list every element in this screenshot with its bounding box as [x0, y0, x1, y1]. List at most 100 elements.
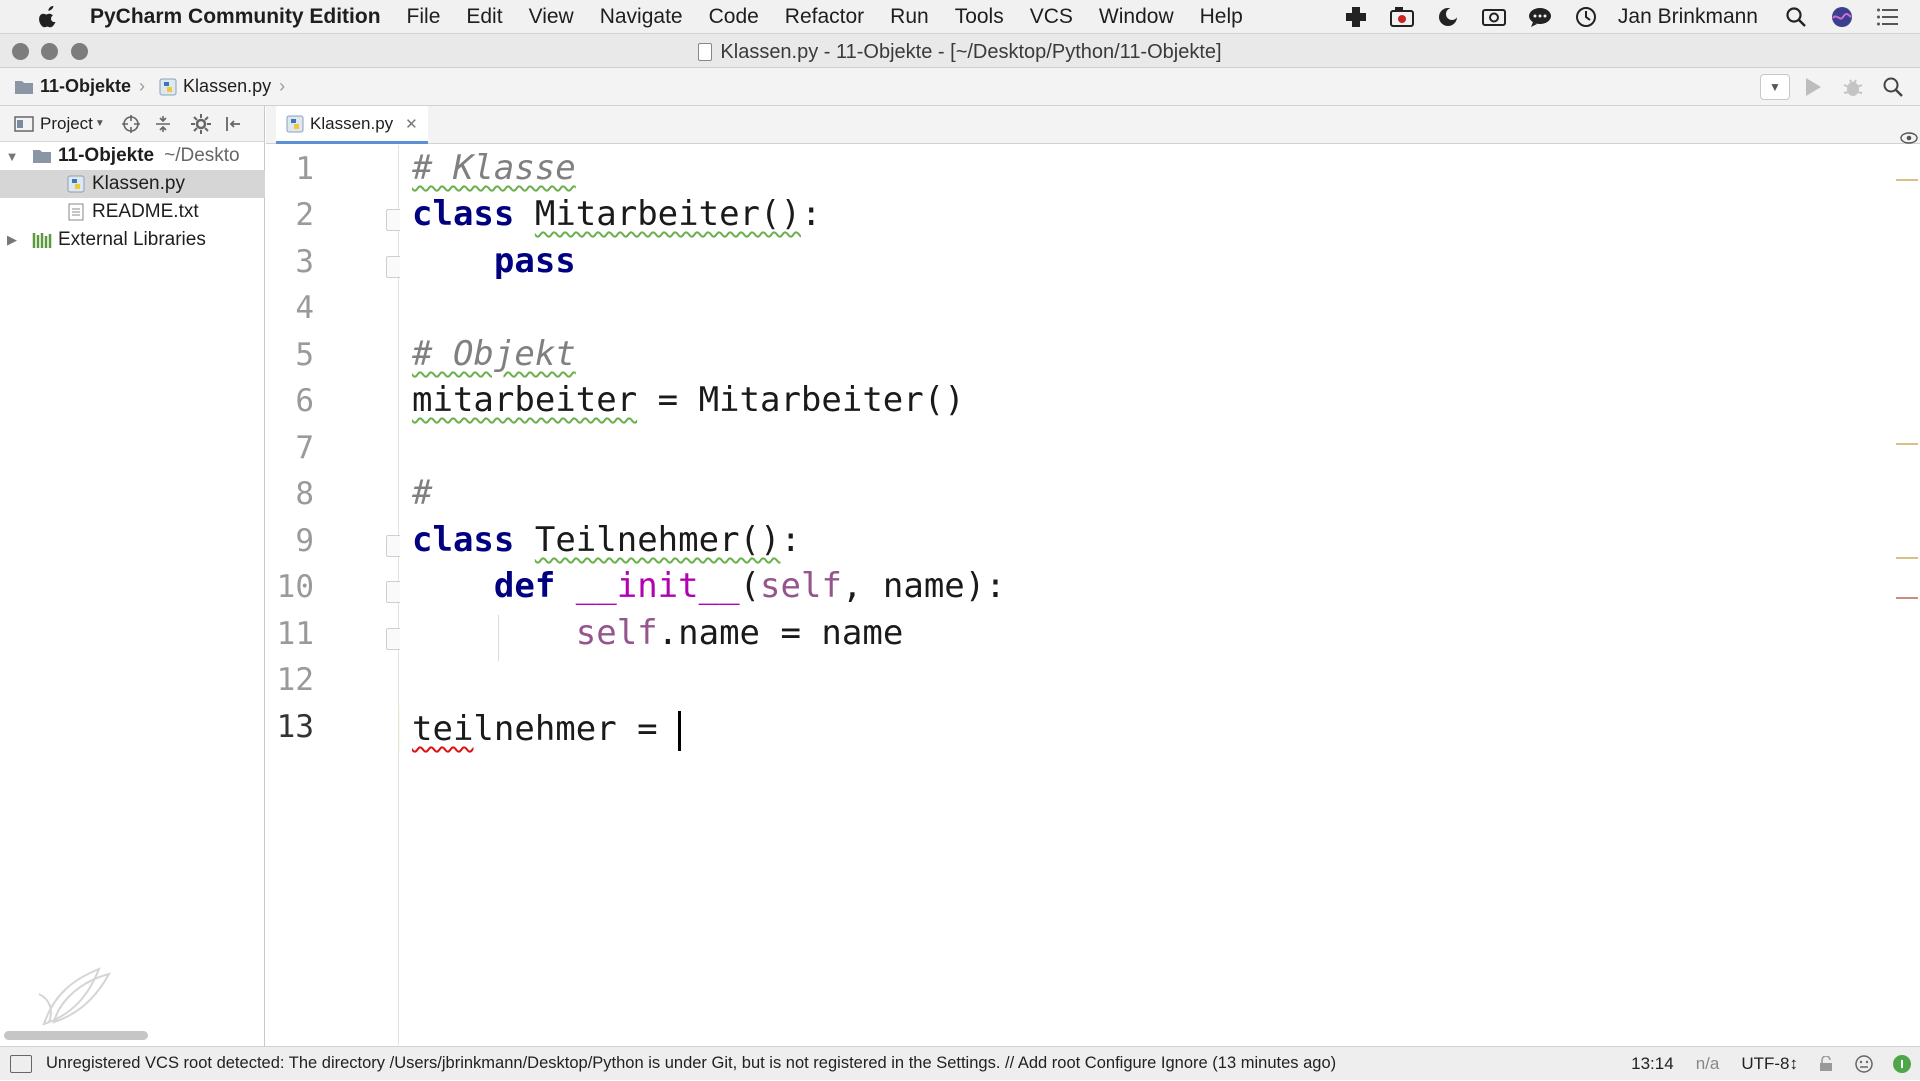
text-file-icon: [66, 202, 86, 222]
code-text: #: [412, 473, 433, 513]
python-file-icon: [66, 174, 86, 194]
menu-vcs[interactable]: VCS: [1030, 5, 1073, 29]
scroll-from-source-icon[interactable]: [117, 110, 145, 138]
expand-triangle-icon[interactable]: ▼: [4, 148, 20, 164]
run-button[interactable]: [1796, 72, 1830, 102]
project-view-icon[interactable]: [10, 110, 38, 138]
error-stripe-mark[interactable]: [1896, 179, 1918, 181]
menu-help[interactable]: Help: [1200, 5, 1243, 29]
screen-record-icon[interactable]: [1388, 5, 1416, 29]
moon-icon[interactable]: [1434, 5, 1462, 29]
breadcrumb-separator: ›: [139, 76, 146, 96]
menu-refactor[interactable]: Refactor: [785, 5, 864, 29]
project-panel-toolbar: Project ▼: [0, 106, 264, 142]
folder-icon: [15, 80, 33, 94]
breadcrumb-file-label: Klassen.py: [183, 76, 272, 96]
status-message[interactable]: Unregistered VCS root detected: The dire…: [46, 1054, 1336, 1073]
collapse-all-icon[interactable]: [149, 110, 177, 138]
menu-view[interactable]: View: [529, 5, 574, 29]
time-machine-icon[interactable]: [1572, 5, 1600, 29]
tree-item-label: README.txt: [92, 201, 199, 222]
menu-file[interactable]: File: [407, 5, 441, 29]
code-line-11: self.name = name: [575, 613, 904, 653]
user-name[interactable]: Jan Brinkmann: [1618, 5, 1758, 29]
tree-item-label: External Libraries: [58, 229, 206, 250]
menu-run[interactable]: Run: [890, 5, 929, 29]
project-view-label[interactable]: Project: [40, 114, 93, 134]
error-stripe-mark[interactable]: [1896, 557, 1918, 559]
folder-icon: [32, 146, 52, 166]
error-stripe-mark[interactable]: [1896, 597, 1918, 599]
breadcrumb-separator: ›: [279, 76, 286, 96]
search-icon: [1883, 77, 1903, 97]
code-line-1: # Klasse: [412, 145, 576, 191]
line-number: 9: [295, 523, 314, 559]
caret-position[interactable]: 13:14: [1631, 1054, 1674, 1074]
tree-item-readme-txt[interactable]: README.txt: [0, 198, 265, 226]
code-line-10: def __init__(self, name):: [493, 566, 1006, 606]
breadcrumb-file[interactable]: Klassen.py ›: [159, 76, 285, 97]
code-text: # Objekt: [412, 334, 576, 374]
file-encoding[interactable]: UTF-8↕: [1741, 1054, 1798, 1074]
lock-icon[interactable]: [1816, 1054, 1836, 1074]
app-name[interactable]: PyCharm Community Edition: [90, 5, 381, 29]
inspector-face-icon[interactable]: [1854, 1054, 1874, 1074]
menu-tools[interactable]: Tools: [955, 5, 1004, 29]
breadcrumb-project[interactable]: 11-Objekte ›: [14, 76, 145, 97]
hide-panel-icon[interactable]: [219, 110, 247, 138]
tree-item-label: 11-Objekte: [58, 145, 155, 166]
code-text: # Klasse: [412, 148, 576, 188]
close-tab-icon[interactable]: ✕: [405, 115, 418, 133]
line-number: 7: [295, 430, 314, 466]
tab-klassen-py[interactable]: Klassen.py ✕: [276, 106, 428, 144]
watermark-logo-icon: [38, 967, 111, 1026]
code-line-5: # Objekt: [412, 331, 576, 377]
libraries-icon: [32, 230, 52, 250]
python-file-icon: [159, 78, 177, 95]
tree-item-external-libraries[interactable]: ▶ External Libraries: [0, 226, 265, 254]
plus-cross-icon[interactable]: [1342, 5, 1370, 29]
code-line-2: class Mitarbeiter():: [412, 194, 822, 234]
project-panel-scrollbar[interactable]: [4, 1031, 148, 1040]
chevron-down-icon[interactable]: ▼: [95, 118, 105, 129]
tool-windows-toggle-icon[interactable]: [10, 1054, 32, 1073]
error-stripe-mark[interactable]: [1896, 443, 1918, 445]
line-number: 6: [295, 383, 314, 419]
line-number: 5: [295, 337, 314, 373]
menu-edit[interactable]: Edit: [466, 5, 502, 29]
tree-item-path: ~/Deskto: [164, 145, 240, 166]
notification-center-icon[interactable]: [1874, 5, 1902, 29]
line-number: 10: [276, 569, 314, 605]
siri-icon[interactable]: [1828, 5, 1856, 29]
line-number: 8: [295, 476, 314, 512]
event-log-badge-icon[interactable]: [1892, 1054, 1912, 1074]
menu-navigate[interactable]: Navigate: [600, 5, 683, 29]
line-number: 4: [295, 290, 314, 326]
chevron-down-icon: ▼: [1769, 80, 1781, 94]
bug-icon: [1843, 79, 1863, 96]
navigation-bar: 11-Objekte › Klassen.py › ▼: [0, 68, 1920, 106]
status-bar: Unregistered VCS root detected: The dire…: [0, 1046, 1920, 1080]
tree-item-project-root[interactable]: ▼ 11-Objekte ~/Deskto: [0, 142, 265, 170]
expand-triangle-icon[interactable]: ▶: [4, 232, 20, 248]
settings-gear-icon[interactable]: [187, 110, 215, 138]
chat-icon[interactable]: [1526, 5, 1554, 29]
menu-code[interactable]: Code: [709, 5, 759, 29]
line-number-current: 13: [276, 709, 314, 745]
camera-icon[interactable]: [1480, 5, 1508, 29]
inspection-eye-icon[interactable]: [1900, 131, 1918, 144]
text-caret: [678, 710, 682, 751]
apple-icon[interactable]: [30, 4, 66, 30]
run-config-dropdown[interactable]: ▼: [1760, 74, 1790, 100]
window-title-text: Klassen.py - 11-Objekte - [~/Desktop/Pyt…: [720, 41, 1222, 63]
tree-item-label: Klassen.py: [92, 173, 185, 194]
search-everywhere-button[interactable]: [1876, 72, 1910, 102]
tree-item-klassen-py[interactable]: Klassen.py: [0, 170, 265, 198]
menu-window[interactable]: Window: [1099, 5, 1174, 29]
spotlight-search-icon[interactable]: [1782, 5, 1810, 29]
code-editor[interactable]: # Klasse class Mitarbeiter(): pass # Obj…: [400, 132, 1920, 1045]
debug-button[interactable]: [1836, 72, 1870, 102]
breadcrumb-project-label: 11-Objekte: [40, 76, 132, 96]
code-line-9: class Teilnehmer():: [412, 520, 801, 560]
line-separator-status[interactable]: n/a: [1696, 1054, 1720, 1074]
